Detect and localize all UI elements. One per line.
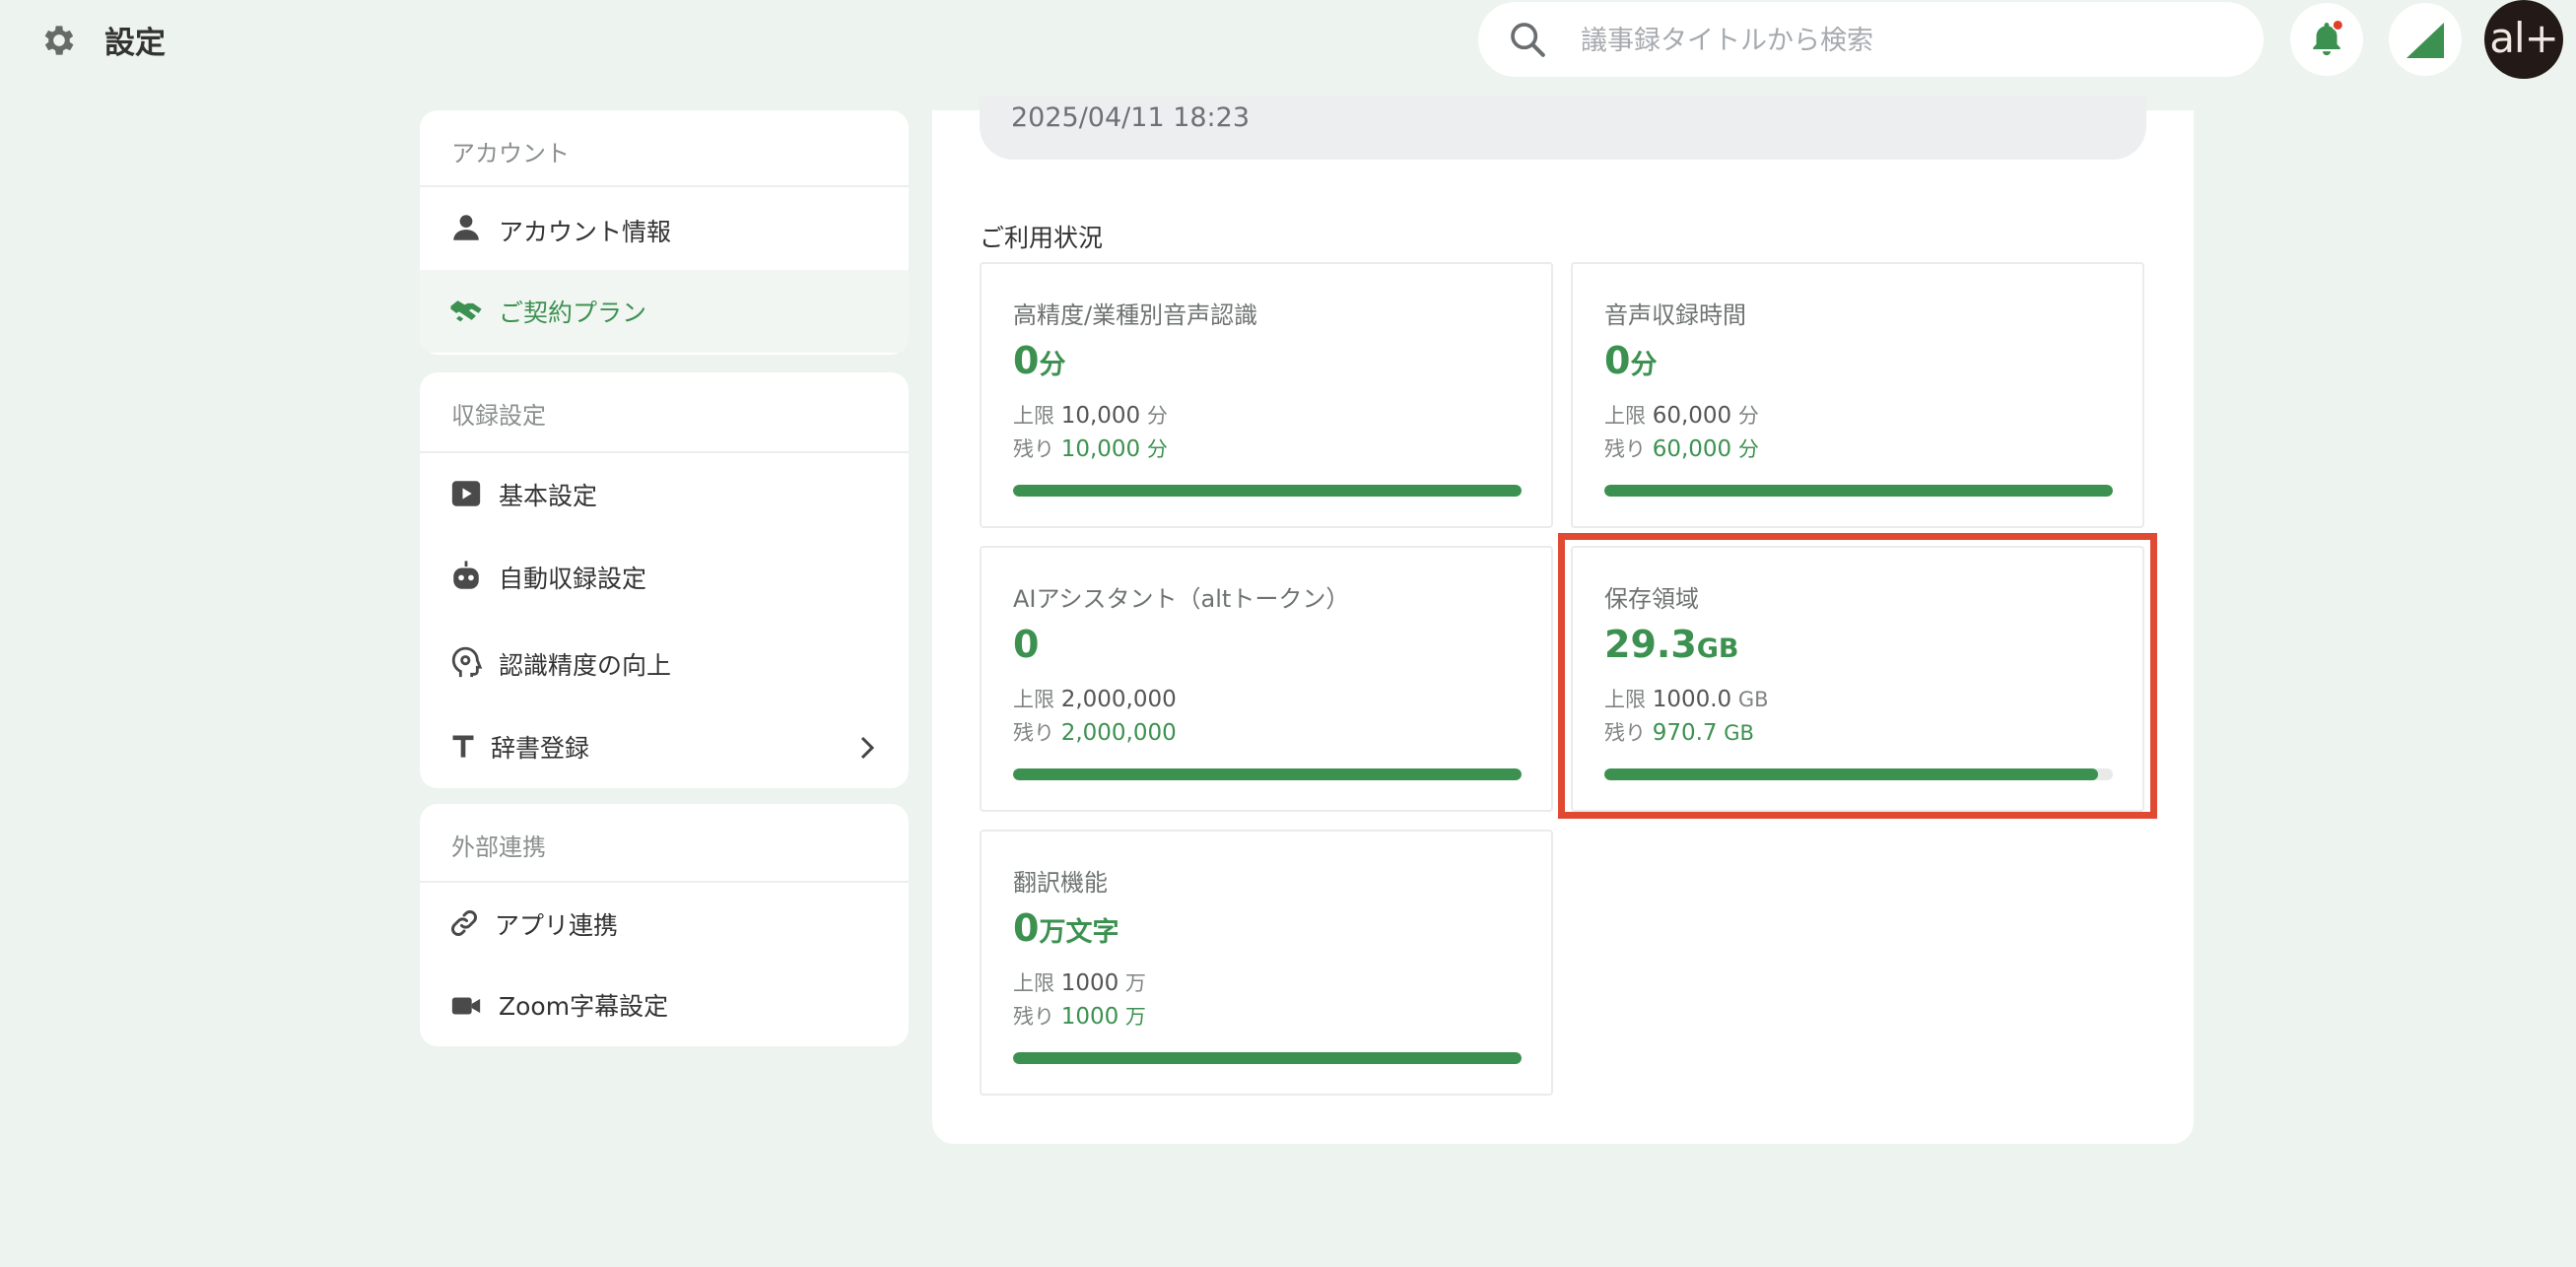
- sidebar-section-heading: 収録設定: [451, 402, 546, 430]
- usage-card-value: 0: [1013, 623, 1040, 666]
- usage-card-limit: 上限 60,000 分: [1604, 403, 1759, 429]
- usage-card-limit: 上限 1000 万: [1013, 970, 1146, 996]
- usage-progress-fill: [1604, 768, 2098, 780]
- sidebar-recording-header: 収録設定: [420, 372, 909, 453]
- contract-date-box: 2025/04/11 18:23: [980, 97, 2146, 160]
- sidebar-account-panel: アカウント アカウント情報 ご契約プラン: [420, 110, 909, 355]
- usage-card-value: 0分: [1604, 339, 1658, 382]
- chevron-right-icon: [860, 736, 875, 760]
- usage-progress-fill: [1013, 1052, 1522, 1064]
- usage-card-remaining: 残り 60,000 分: [1604, 436, 1759, 462]
- usage-card-title: 音声収録時間: [1604, 301, 1746, 329]
- usage-card-title: AIアシスタント（altトークン）: [1013, 585, 1350, 613]
- person-icon: [453, 215, 479, 240]
- usage-progress-fill: [1013, 768, 1522, 780]
- search-bar[interactable]: [1478, 2, 2264, 77]
- robot-icon: [453, 561, 479, 589]
- usage-progress-bar: [1604, 485, 2113, 497]
- usage-card-title: 翻訳機能: [1013, 869, 1108, 897]
- sidebar-item-label: 辞書登録: [491, 734, 590, 763]
- usage-card-limit: 上限 1000.0 GB: [1604, 687, 1769, 712]
- usage-progress-bar: [1013, 768, 1522, 780]
- usage-progress-fill: [1013, 485, 1522, 497]
- usage-card-value: 29.3GB: [1604, 623, 1739, 666]
- usage-card: 高精度/業種別音声認識 0分 上限 10,000 分 残り 10,000 分: [980, 262, 1553, 528]
- usage-progress-bar: [1604, 768, 2113, 780]
- usage-card-remaining: 残り 1000 万: [1013, 1004, 1146, 1030]
- usage-card-storage: 保存領域 29.3GB 上限 1000.0 GB 残り 970.7 GB: [1571, 546, 2144, 812]
- sidebar-item-dictionary[interactable]: 辞書登録: [420, 705, 909, 788]
- link-icon: [450, 909, 478, 937]
- sidebar-section-heading: 外部連携: [451, 834, 546, 861]
- usage-section-title: ご利用状況: [980, 224, 1104, 252]
- avatar[interactable]: al+: [2484, 0, 2563, 79]
- sidebar-item-label: 基本設定: [499, 482, 598, 510]
- sidebar-section-heading: アカウント: [451, 140, 570, 167]
- usage-progress-bar: [1013, 1052, 1522, 1064]
- top-bar: 設定 al+: [0, 0, 2576, 79]
- sidebar-item-label: 自動収録設定: [499, 565, 647, 593]
- signal-triangle-icon: [2407, 23, 2444, 58]
- sidebar-account-header: アカウント: [420, 110, 909, 187]
- usage-card-title: 高精度/業種別音声認識: [1013, 301, 1258, 329]
- head-gear-icon: [451, 646, 483, 678]
- usage-card-remaining: 残り 2,000,000: [1013, 720, 1177, 746]
- usage-card-remaining: 残り 10,000 分: [1013, 436, 1168, 462]
- sidebar-external-panel: 外部連携 アプリ連携 Zoom字幕設定: [420, 804, 909, 1046]
- sidebar-item-account-info[interactable]: アカウント情報: [420, 187, 909, 270]
- video-camera-icon: [451, 997, 481, 1015]
- usage-card-remaining: 残り 970.7 GB: [1604, 720, 1754, 746]
- search-icon: [1511, 23, 1545, 57]
- notification-button[interactable]: [2290, 3, 2363, 76]
- sidebar-item-label: 認識精度の向上: [499, 651, 672, 680]
- sidebar-item-zoom-subtitles[interactable]: Zoom字幕設定: [420, 964, 909, 1046]
- usage-card-title: 保存領域: [1604, 585, 1699, 613]
- text-t-icon: [452, 735, 474, 758]
- page-title: 設定: [104, 26, 166, 61]
- sidebar-item-label: アカウント情報: [499, 218, 672, 246]
- sidebar-item-app-integration[interactable]: アプリ連携: [420, 883, 909, 966]
- sidebar-item-label: アプリ連携: [495, 911, 619, 940]
- sidebar-item-auto-record[interactable]: 自動収録設定: [420, 536, 909, 619]
- search-input[interactable]: [1579, 18, 2233, 63]
- contract-date: 2025/04/11 18:23: [1011, 102, 1251, 133]
- sidebar-item-accuracy[interactable]: 認識精度の向上: [420, 623, 909, 705]
- usage-card-limit: 上限 10,000 分: [1013, 403, 1168, 429]
- sidebar-recording-panel: 収録設定 基本設定 自動収録設定 認識精度の向上 辞書登録: [420, 372, 909, 788]
- handshake-icon: [450, 300, 482, 322]
- usage-card-value: 0万文字: [1013, 906, 1119, 950]
- gear-icon[interactable]: [39, 21, 79, 60]
- sidebar-item-label: ご契約プラン: [499, 299, 647, 327]
- bell-icon: [2313, 19, 2344, 56]
- sidebar-item-basic-settings[interactable]: 基本設定: [420, 453, 909, 536]
- sidebar-item-contract-plan[interactable]: ご契約プラン: [420, 270, 909, 353]
- usage-card-limit: 上限 2,000,000: [1013, 687, 1177, 712]
- usage-card-value: 0分: [1013, 339, 1066, 382]
- sidebar-external-header: 外部連携: [420, 804, 909, 883]
- sidebar-item-label: Zoom字幕設定: [499, 992, 669, 1021]
- play-icon: [451, 481, 481, 506]
- usage-card: AIアシスタント（altトークン） 0 上限 2,000,000 残り 2,00…: [980, 546, 1553, 812]
- usage-progress-fill: [1604, 485, 2113, 497]
- usage-card: 翻訳機能 0万文字 上限 1000 万 残り 1000 万: [980, 830, 1553, 1096]
- usage-progress-bar: [1013, 485, 1522, 497]
- signal-button[interactable]: [2389, 3, 2462, 76]
- usage-card: 音声収録時間 0分 上限 60,000 分 残り 60,000 分: [1571, 262, 2144, 528]
